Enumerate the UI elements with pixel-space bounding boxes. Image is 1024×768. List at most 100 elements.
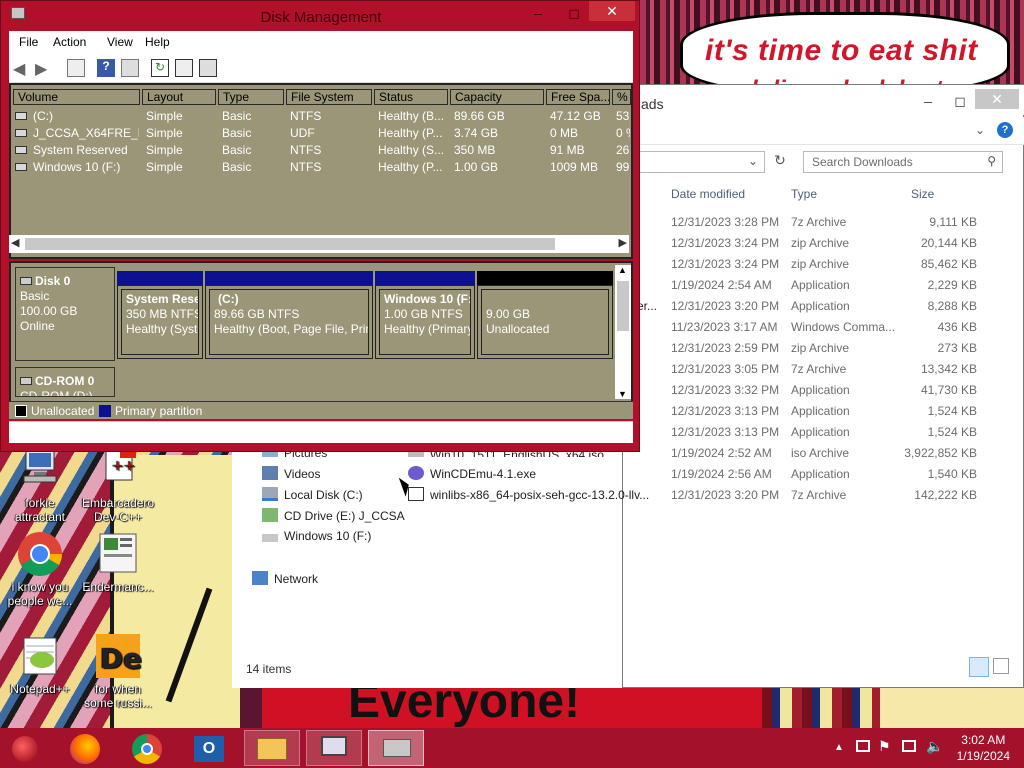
device-tray-icon[interactable] xyxy=(902,740,916,752)
search-input[interactable]: Search Downloads ⚲ xyxy=(803,151,1003,173)
nav-item-network[interactable]: Network xyxy=(252,571,318,586)
taskbar-chrome[interactable] xyxy=(120,730,176,766)
clock[interactable]: 3:02 AM 1/19/2024 xyxy=(957,732,1010,764)
volume-row[interactable]: System Reserved Simple Basic NTFS Healthy (S… xyxy=(11,142,629,159)
nav-item-windows10[interactable]: Windows 10 (F:) xyxy=(262,529,371,543)
view-icon[interactable] xyxy=(199,59,217,77)
chevron-down-icon[interactable]: ⌄ xyxy=(748,154,758,168)
partition-windows10-f[interactable]: Windows 10 (F: 1.00 GB NTFS Healthy (Prima… xyxy=(375,285,475,359)
start-button[interactable] xyxy=(0,730,48,766)
menu-action[interactable]: Action xyxy=(53,35,86,49)
taskbar-computer-management[interactable] xyxy=(306,730,362,766)
desktop-icon-de[interactable]: De for when some russi... xyxy=(80,632,156,710)
file-row[interactable]: 1/19/2024 2:54 AM Application 2,229 KB xyxy=(623,275,1024,296)
explorer-window[interactable]: ads – ◻ ✕ ⌄ ? ⌄ ↻ Search Downloads ⚲ Dat… xyxy=(622,84,1024,688)
file-row[interactable]: 12/31/2023 3:24 PM zip Archive 85,462 KB xyxy=(623,254,1024,275)
help-icon[interactable]: ? xyxy=(97,59,115,77)
search-icon[interactable]: ⚲ xyxy=(987,154,996,168)
show-hide-tree-icon[interactable] xyxy=(67,59,85,77)
cdrom-0-label[interactable]: CD-ROM 0 CD-ROM (D:) xyxy=(15,367,115,397)
file-row[interactable]: 12/31/2023 2:59 PM zip Archive 273 KB xyxy=(623,338,1024,359)
disk-0-label[interactable]: Disk 0 Basic 100.00 GB Online xyxy=(15,267,115,361)
column-free-space[interactable]: Free Spa... xyxy=(546,89,610,105)
volume-row[interactable]: J_CCSA_X64FRE_E... Simple Basic UDF Healthy … xyxy=(11,125,630,142)
scroll-down-icon[interactable]: ▼ xyxy=(618,389,627,399)
column-status[interactable]: Status xyxy=(374,89,448,105)
menu-help[interactable]: Help xyxy=(145,35,170,49)
column-size[interactable]: Size xyxy=(911,187,934,201)
truncated-file-name[interactable]: er... xyxy=(637,299,657,313)
partition-c[interactable]: (C:) 89.66 GB NTFS Healthy (Boot, Page Fil… xyxy=(205,285,373,359)
action-center-flag-icon[interactable]: ⚑ xyxy=(878,738,891,755)
minimize-button[interactable]: – xyxy=(913,91,943,111)
maximize-button[interactable]: ◻ xyxy=(559,3,589,23)
column-volume[interactable]: Volume xyxy=(13,89,140,105)
scroll-right-icon[interactable]: ▶ xyxy=(619,236,627,249)
file-row[interactable]: 11/23/2023 3:17 AM Windows Comma... 436 KB xyxy=(623,317,1024,338)
taskbar-outlook[interactable]: O xyxy=(182,730,238,766)
scroll-up-icon[interactable]: ▲ xyxy=(618,265,627,275)
explorer-title-bar[interactable]: ads – ◻ ✕ xyxy=(623,85,1024,115)
column-file-system[interactable]: File System xyxy=(286,89,372,105)
back-arrow-icon[interactable]: ◀ xyxy=(13,59,31,78)
network-tray-icon[interactable] xyxy=(856,740,870,752)
menu-file[interactable]: File xyxy=(19,35,38,49)
show-hidden-icons[interactable]: ▲ xyxy=(834,742,844,753)
file-row[interactable]: 1/19/2024 2:52 AM iso Archive 3,922,852 KB xyxy=(623,443,1024,464)
file-row[interactable]: 12/31/2023 3:24 PM zip Archive 20,144 KB xyxy=(623,233,1024,254)
taskbar-file-explorer[interactable] xyxy=(244,730,300,766)
minimize-button[interactable]: – xyxy=(525,3,551,23)
volume-row[interactable]: (C:) Simple Basic NTFS Healthy (B... 89.66 GB… xyxy=(11,108,629,125)
column-type[interactable]: Type xyxy=(218,89,284,105)
volume-row[interactable]: Windows 10 (F:) Simple Basic NTFS Healthy (P… xyxy=(11,159,629,176)
file-row[interactable]: 12/31/2023 3:20 PM Application 8,288 KB xyxy=(623,296,1024,317)
forward-arrow-icon[interactable]: ▶ xyxy=(35,59,53,78)
file-name[interactable]: WinCDEmu-4.1.exe xyxy=(408,466,536,481)
vertical-scrollbar[interactable]: ▲ ▼ xyxy=(615,265,631,399)
taskbar-disk-management[interactable] xyxy=(368,730,424,766)
scroll-left-icon[interactable]: ◀ xyxy=(11,236,19,249)
desktop-icon-endermanch[interactable]: Endermanc... xyxy=(80,530,156,594)
properties-icon[interactable] xyxy=(121,59,139,77)
volume-muted-icon[interactable]: 🔈 xyxy=(926,738,943,755)
desktop-icon-chrome[interactable]: i know you people we... xyxy=(2,530,78,608)
nav-item-cd-drive[interactable]: CD Drive (E:) J_CCSA xyxy=(262,508,405,523)
close-button[interactable]: ✕ xyxy=(589,1,635,21)
menu-view[interactable]: View xyxy=(107,35,133,49)
maximize-button[interactable]: ◻ xyxy=(945,91,975,111)
partition-unallocated[interactable]: 9.00 GB Unallocated xyxy=(477,285,613,359)
view-tiles-icon[interactable] xyxy=(993,658,1009,674)
ribbon-expand-icon[interactable]: ⌄ xyxy=(975,123,985,137)
file-row[interactable]: 1/19/2024 2:56 AM Application 1,540 KB xyxy=(623,464,1024,485)
nav-item-local-disk[interactable]: Local Disk (C:) xyxy=(262,487,363,502)
column-layout[interactable]: Layout xyxy=(142,89,216,105)
taskbar-firefox[interactable] xyxy=(58,730,114,766)
refresh-icon[interactable]: ↻ xyxy=(151,59,169,77)
file-row[interactable]: 12/31/2023 3:13 PM Application 1,524 KB xyxy=(623,422,1024,443)
partition-system-reserved[interactable]: System Rese 350 MB NTFS Healthy (Syste xyxy=(117,285,203,359)
file-row[interactable]: 12/31/2023 3:28 PM 7z Archive 9,111 KB xyxy=(623,212,1024,233)
view-details-icon[interactable] xyxy=(969,657,989,677)
file-row[interactable]: 12/31/2023 3:05 PM 7z Archive 13,342 KB xyxy=(623,359,1024,380)
column-type[interactable]: Type xyxy=(791,187,817,201)
disk-management-title-bar[interactable]: Disk Management – ◻ ✕ xyxy=(1,1,641,31)
column-percent-free[interactable]: % F xyxy=(612,89,631,105)
column-date-modified[interactable]: Date modified xyxy=(671,187,745,201)
scroll-thumb[interactable] xyxy=(25,238,555,250)
disk-management-window[interactable]: Disk Management – ◻ ✕ File Action View H… xyxy=(0,0,640,452)
horizontal-scrollbar[interactable]: ◀ ▶ xyxy=(9,235,629,253)
desktop-icon-notepadpp[interactable]: Notepad++ xyxy=(2,632,78,696)
desktop-icon-forkie[interactable]: forkie attractant xyxy=(2,446,78,524)
scroll-thumb[interactable] xyxy=(617,281,629,331)
desktop-icon-devcpp[interactable]: ++ Embarcadero Dev-C++ xyxy=(80,446,156,524)
file-row[interactable]: 12/31/2023 3:32 PM Application 41,730 KB xyxy=(623,380,1024,401)
address-field[interactable]: ⌄ xyxy=(623,151,765,173)
file-row[interactable]: 12/31/2023 3:13 PM Application 1,524 KB xyxy=(623,401,1024,422)
column-capacity[interactable]: Capacity xyxy=(450,89,544,105)
help-icon[interactable]: ? xyxy=(997,122,1013,138)
nav-item-videos[interactable]: Videos xyxy=(262,466,320,481)
settings-icon[interactable] xyxy=(175,59,193,77)
file-name[interactable]: winlibs-x86_64-posix-seh-gcc-13.2.0-llv.… xyxy=(408,487,649,502)
file-row[interactable]: 12/31/2023 3:20 PM 7z Archive 142,222 KB xyxy=(623,485,1024,506)
refresh-icon[interactable]: ↻ xyxy=(769,152,791,174)
